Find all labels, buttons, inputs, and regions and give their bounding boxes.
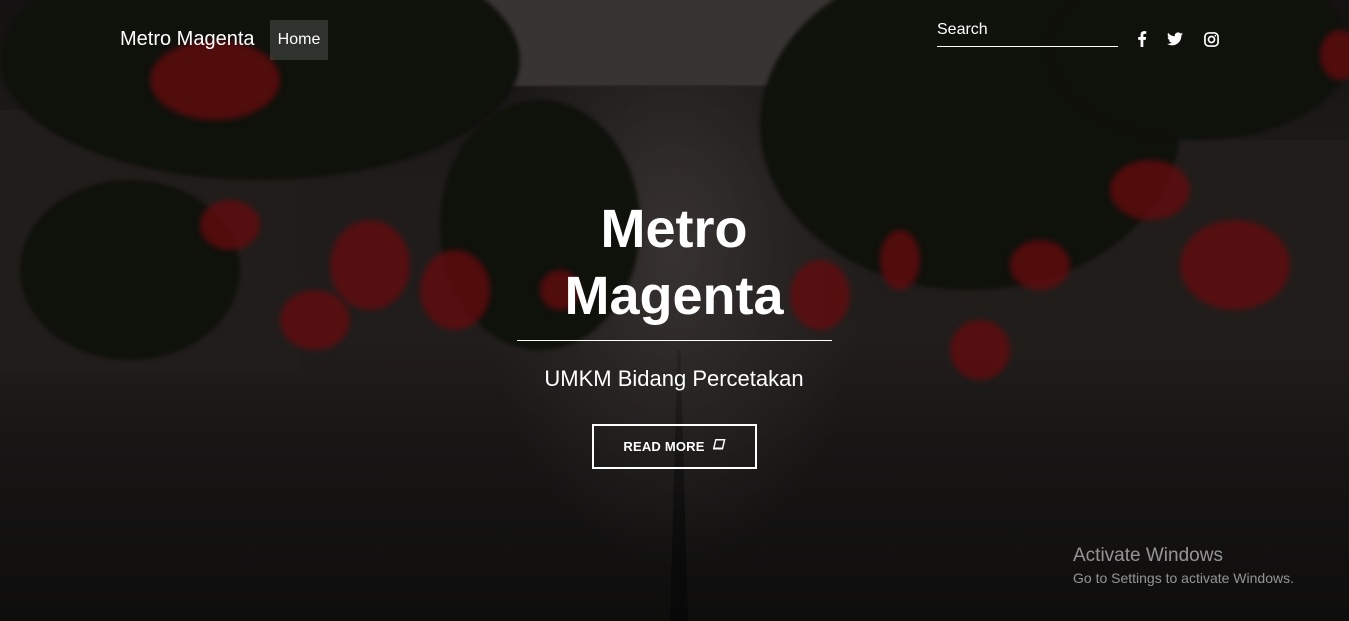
read-more-button[interactable]: READ MORE [592,424,757,469]
windows-activation-title: Activate Windows [1073,545,1223,566]
twitter-icon[interactable] [1166,30,1184,48]
search-input[interactable] [937,14,1118,46]
navbar-brand[interactable]: Metro Magenta [120,28,255,51]
hero-divider [517,340,832,341]
instagram-icon[interactable] [1202,30,1220,48]
read-more-label: READ MORE [623,439,705,454]
hero-subtitle: UMKM Bidang Percetakan [544,366,804,391]
nav-link-home[interactable]: Home [270,20,328,60]
hero-title: Metro Magenta [474,196,874,330]
book-icon [712,438,726,454]
hero-title-line2: Magenta [564,266,784,326]
facebook-icon[interactable] [1133,30,1151,48]
windows-activation-subtitle: Go to Settings to activate Windows. [1073,570,1294,586]
search-field[interactable] [937,14,1118,47]
hero-title-line1: Metro [600,199,748,259]
